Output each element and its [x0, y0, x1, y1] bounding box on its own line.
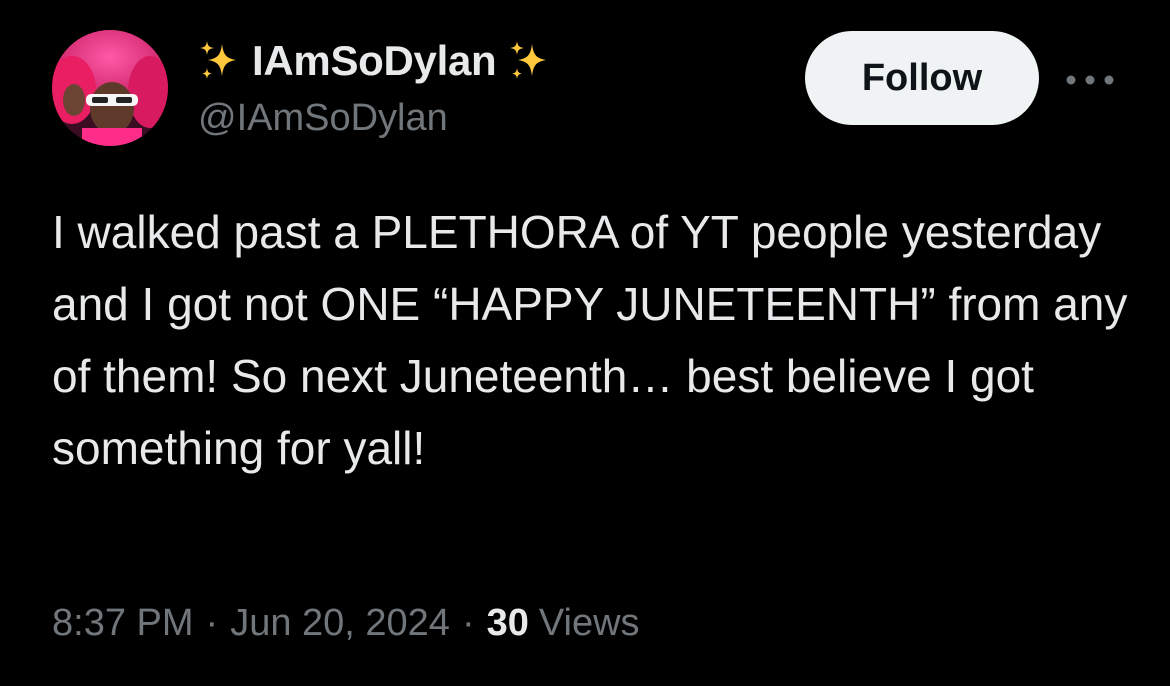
more-horizontal-icon	[1066, 75, 1114, 85]
author-handle[interactable]: @IAmSoDylan	[198, 97, 448, 140]
sparkles-icon	[200, 41, 236, 79]
avatar[interactable]	[52, 30, 168, 146]
tweet-card: IAmSoDylan @IAmSoDylan Follow I walked p…	[0, 0, 1170, 686]
tweet-text: I walked past a PLETHORA of YT people ye…	[52, 206, 1141, 474]
views-label[interactable]: Views	[539, 602, 640, 645]
meta-separator: ·	[461, 602, 475, 644]
meta-separator: ·	[205, 602, 219, 644]
tweet-meta: 8:37 PM · Jun 20, 2024 · 30 Views	[52, 602, 640, 645]
display-name[interactable]: IAmSoDylan	[252, 37, 497, 85]
tweet-time[interactable]: 8:37 PM	[52, 602, 194, 645]
follow-button[interactable]: Follow	[805, 31, 1039, 125]
author-name-row[interactable]: IAmSoDylan	[196, 36, 552, 86]
tweet-date[interactable]: Jun 20, 2024	[230, 602, 450, 645]
more-options-button[interactable]	[1060, 60, 1120, 100]
views-count[interactable]: 30	[487, 602, 529, 645]
sparkles-icon	[510, 41, 547, 79]
